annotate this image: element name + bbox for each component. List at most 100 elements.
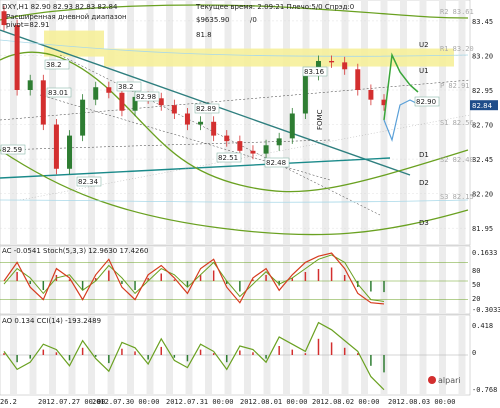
session-stripe (361, 0, 368, 245)
info-line-1: Расширенная дневной диапазон (6, 13, 127, 21)
alpari-logo: alpari (428, 376, 461, 385)
pivot-axis-label: S3 82.15 (440, 193, 474, 201)
chart-canvas[interactable]: U2 U1 D1 D2 D3 83.01 82.34 82.98 82.89 82.51 82.4… (0, 0, 500, 408)
price-label: 38.2 (118, 83, 134, 91)
candle-body (171, 105, 177, 114)
candle-body (237, 141, 243, 151)
x-tick-label: 2012.08.03 00:00 (388, 398, 455, 406)
candle-body (342, 62, 348, 70)
price-label: 83.16 (304, 68, 325, 76)
price-label: 82.90 (416, 98, 436, 106)
session-stripe (146, 0, 154, 245)
x-tick-label: 26.2 (0, 398, 17, 406)
session-stripe (107, 0, 115, 245)
y-tick-label: 83.45 (472, 18, 493, 26)
price-label: 82.51 (218, 154, 238, 162)
pivot-label: D3 (419, 219, 429, 227)
x-tick-label: 2012.07.30 00:00 (92, 398, 159, 406)
session-stripe (283, 0, 290, 245)
session-stripe (263, 0, 271, 245)
stoch-tick: -0.3033 (472, 306, 500, 314)
current-price: 82.84 (472, 102, 493, 110)
slash-value: /0 (250, 16, 257, 24)
session-stripe (400, 246, 407, 314)
logo-text: alpari (438, 376, 461, 385)
candle-body (67, 135, 73, 169)
pivot-axis-label: P 82.91 (440, 82, 470, 90)
price-label: 82.59 (2, 146, 22, 154)
stoch-tick: 0.1633 (472, 249, 497, 257)
level-value: 81.8 (196, 31, 212, 39)
session-stripe (439, 246, 446, 314)
pivot-axis-label: R1 83.20 (440, 45, 474, 53)
candle-body (158, 98, 164, 106)
session-stripe (205, 246, 212, 314)
candle-body (198, 121, 204, 125)
candle-body (368, 90, 374, 100)
session-stripe (185, 246, 193, 314)
server-time: Текущее время: 2:09:21 Плечо:5/0 Спрэд:0 (195, 3, 354, 11)
info-line-2: pivot=82.91 (6, 21, 49, 29)
y-tick-label: 83.20 (472, 52, 493, 60)
session-stripe (224, 0, 232, 245)
symbol-line: DXY,H1 82.90 82.93 82.83 82.84 (2, 3, 118, 11)
y-tick-label: 81.95 (472, 225, 493, 233)
session-stripe (302, 0, 310, 245)
fibo-zone (44, 30, 104, 57)
session-stripe (458, 246, 466, 314)
candle-body (355, 69, 361, 90)
stoch-tick: 80 (472, 267, 480, 275)
price-label: 82.48 (266, 159, 286, 167)
stoch-header: AC -0.0541 Stoch(5,3,3) 12.9630 17.4260 (2, 247, 148, 255)
session-stripe (263, 246, 271, 314)
stoch-tick: 20 (472, 295, 480, 303)
candle-body (184, 113, 190, 125)
price-label: 83.01 (48, 89, 68, 97)
candle-body (302, 74, 308, 114)
session-stripe (400, 0, 407, 245)
session-stripe (244, 246, 251, 314)
session-stripe (380, 0, 388, 245)
candle-body (93, 87, 99, 100)
pivot-label: U2 (419, 41, 429, 49)
session-stripe (361, 246, 368, 314)
candle-body (53, 124, 59, 169)
cci-tick: 0 (472, 349, 476, 357)
fibo-zone (104, 48, 454, 67)
pivot-label: D1 (419, 151, 429, 159)
price-label: 82.98 (136, 93, 156, 101)
session-stripe (88, 246, 95, 314)
session-stripe (419, 0, 427, 245)
candle-body (14, 25, 20, 91)
candle-body (119, 92, 125, 111)
price-label: 82.89 (196, 105, 216, 113)
session-stripe (127, 246, 134, 314)
candle-body (80, 99, 86, 136)
candle-body (289, 113, 295, 139)
y-tick-label: 82.70 (472, 122, 493, 130)
event-label: FOMC (316, 109, 324, 130)
pivot-axis-label: S1 82.56 (440, 119, 474, 127)
session-stripe (419, 246, 427, 314)
stoch-tick: 50 (472, 281, 480, 289)
cci-tick: 0.418 (472, 322, 493, 330)
session-stripe (244, 0, 251, 245)
mt4-chart-window[interactable]: U2 U1 D1 D2 D3 83.01 82.34 82.98 82.89 82.51 82.4… (0, 0, 500, 408)
pivot-axis-label: R2 83.61 (440, 8, 474, 16)
candle-body (224, 135, 230, 142)
session-stripe (29, 246, 37, 314)
y-tick-label: 82.95 (472, 87, 493, 95)
x-tick-label: 2012.08.01 00:00 (240, 398, 307, 406)
pivot-label: D2 (419, 179, 429, 187)
session-stripe (29, 0, 37, 245)
price-label: 38.2 (46, 61, 62, 69)
y-tick-label: 82.45 (472, 156, 493, 164)
cci-header: AO 0.134 CCI(14) -193.2489 (2, 317, 101, 325)
session-stripe (166, 246, 173, 314)
price-label: 82.34 (78, 178, 99, 186)
session-stripe (10, 246, 17, 314)
x-tick-label: 2012.07.31 00:00 (166, 398, 233, 406)
session-stripe (166, 0, 173, 245)
candle-body (263, 145, 269, 154)
candle-body (211, 121, 217, 136)
